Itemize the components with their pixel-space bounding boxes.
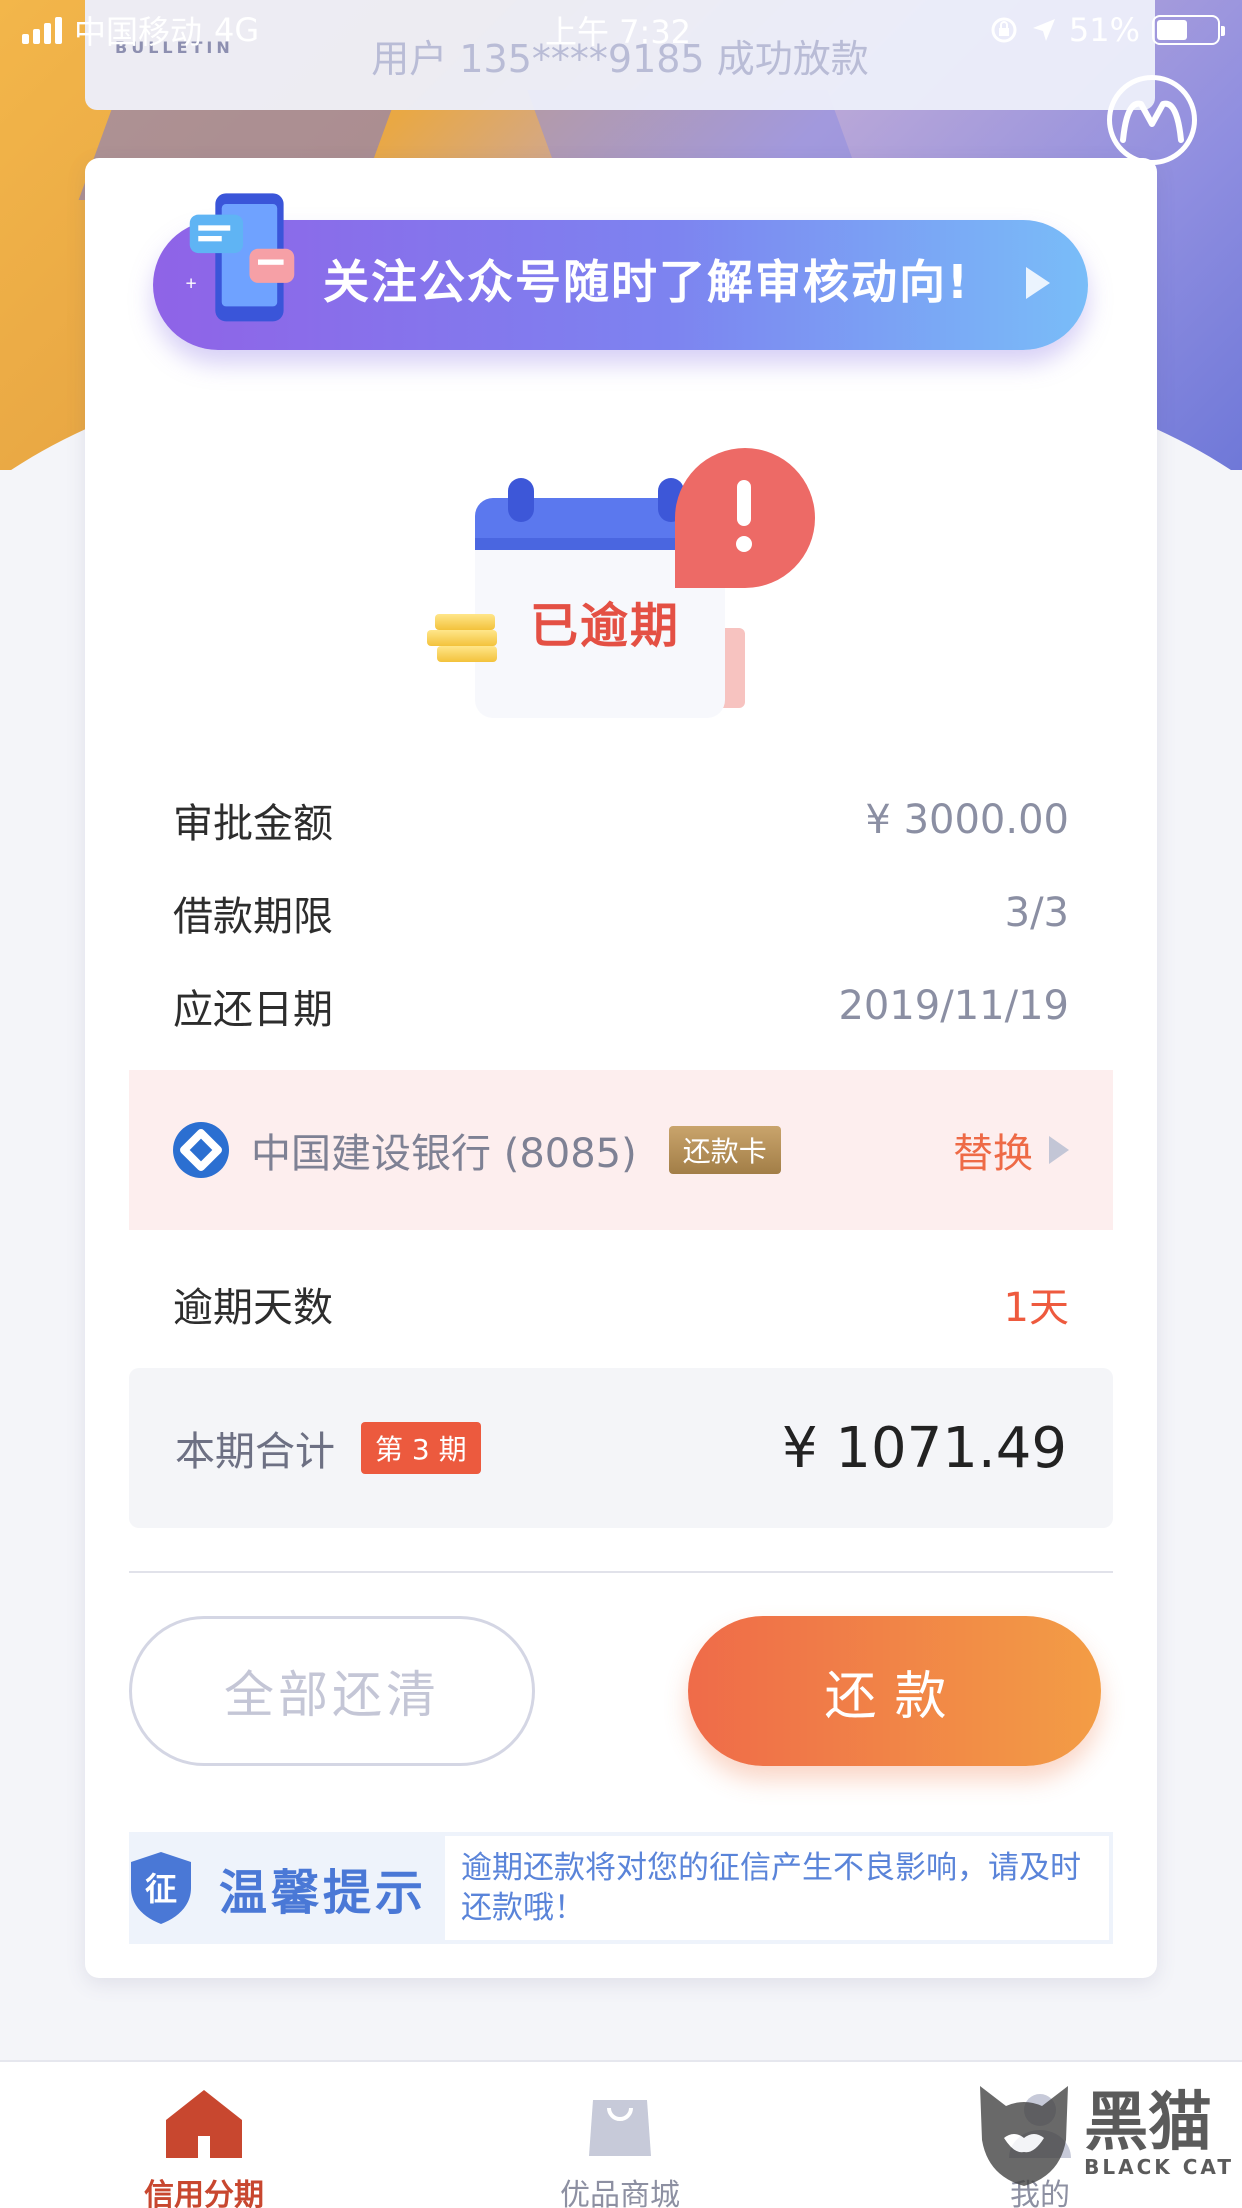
status-bar: 中国移动 4G 上午 7:32 51%	[0, 0, 1242, 60]
shopping-bag-icon	[589, 2100, 651, 2156]
due-date-label: 应还日期	[173, 987, 333, 1033]
warm-tip: 征 温馨提示 逾期还款将对您的征信产生不良影响，请及时还款哦！	[129, 1832, 1113, 1944]
loan-term-value: 3/3	[1004, 890, 1069, 936]
shield-badge-text: 征	[145, 1870, 177, 1908]
due-date-row: 应还日期 2019/11/19	[173, 976, 1069, 1036]
repay-button[interactable]: 还款	[688, 1616, 1101, 1766]
credit-shield-icon: 征	[131, 1852, 191, 1924]
mascot-icon	[1120, 100, 1184, 143]
battery-icon	[1152, 15, 1225, 45]
overdue-days-label: 逾期天数	[173, 1285, 333, 1331]
overdue-calendar-illustration	[427, 448, 815, 718]
period-total-label: 本期合计	[175, 1429, 335, 1475]
approved-amount-row: 审批金额 ¥ 3000.00	[173, 790, 1069, 850]
tab-mall[interactable]: 优品商城	[520, 2086, 720, 2208]
approved-amount-value: ¥ 3000.00	[865, 797, 1069, 843]
signal-icon	[22, 16, 62, 44]
loan-term-row: 借款期限 3/3	[173, 883, 1069, 943]
tab-credit-installment[interactable]: 信用分期	[104, 2086, 304, 2208]
home-icon	[166, 2090, 242, 2158]
watermark: 黑猫 BLACK CAT	[974, 2080, 1234, 2190]
svg-text:+: +	[286, 177, 297, 198]
pay-all-button[interactable]: 全部还清	[129, 1616, 535, 1766]
clock: 上午 7:32	[545, 13, 692, 51]
period-total-box: 本期合计 第 3 期 ¥ 1071.49	[129, 1368, 1113, 1528]
repayment-card-badge: 还款卡	[668, 1126, 781, 1174]
period-tag: 第 3 期	[361, 1422, 481, 1474]
bank-logo-icon	[173, 1122, 229, 1178]
carrier-label: 中国移动	[74, 13, 203, 51]
location-icon	[1032, 19, 1055, 41]
network-label: 4G	[214, 11, 260, 49]
mascot-button[interactable]	[1107, 75, 1197, 165]
warm-tip-body: 逾期还款将对您的征信产生不良影响，请及时还款哦！	[445, 1836, 1109, 1940]
due-date-value: 2019/11/19	[838, 983, 1069, 1029]
orientation-lock-icon	[991, 17, 1017, 43]
banner-text: 关注公众号随时了解审核动向!	[323, 255, 970, 309]
replace-card-button[interactable]: 替换	[953, 1121, 1069, 1179]
svg-text:+: +	[185, 273, 196, 294]
watermark-en: BLACK CAT	[1084, 2155, 1234, 2179]
replace-card-label: 替换	[953, 1131, 1033, 1177]
banner-arrow-icon	[1026, 267, 1050, 299]
bank-card-row: 中国建设银行 (8085) 还款卡 替换	[129, 1070, 1113, 1230]
bank-name: 中国建设银行 (8085)	[251, 1131, 637, 1177]
approved-amount-label: 审批金额	[173, 801, 333, 847]
watermark-cn: 黑猫	[1084, 2086, 1213, 2160]
follow-account-banner[interactable]: + + 关注公众号随时了解审核动向!	[153, 177, 1088, 350]
tab-label: 优品商城	[560, 2178, 680, 2208]
battery-percent: 51%	[1068, 11, 1140, 49]
loan-card: + + 关注公众号随时了解审核动向! 已逾期 审批金额 ¥ 3000.00 借款…	[85, 158, 1157, 1978]
loan-term-label: 借款期限	[173, 894, 333, 940]
overdue-days-value: 1天	[1003, 1285, 1069, 1331]
overdue-status-label: 已逾期	[530, 598, 681, 654]
chevron-right-icon	[1049, 1136, 1069, 1164]
overdue-days-row: 逾期天数 1天	[173, 1274, 1069, 1334]
phone-chat-icon: + +	[185, 177, 297, 322]
warm-tip-title: 温馨提示	[219, 1865, 428, 1921]
divider	[129, 1571, 1113, 1573]
black-cat-logo-icon	[980, 2086, 1069, 2186]
tab-label: 信用分期	[144, 2178, 264, 2208]
period-total-amount: ¥ 1071.49	[781, 1415, 1067, 1481]
